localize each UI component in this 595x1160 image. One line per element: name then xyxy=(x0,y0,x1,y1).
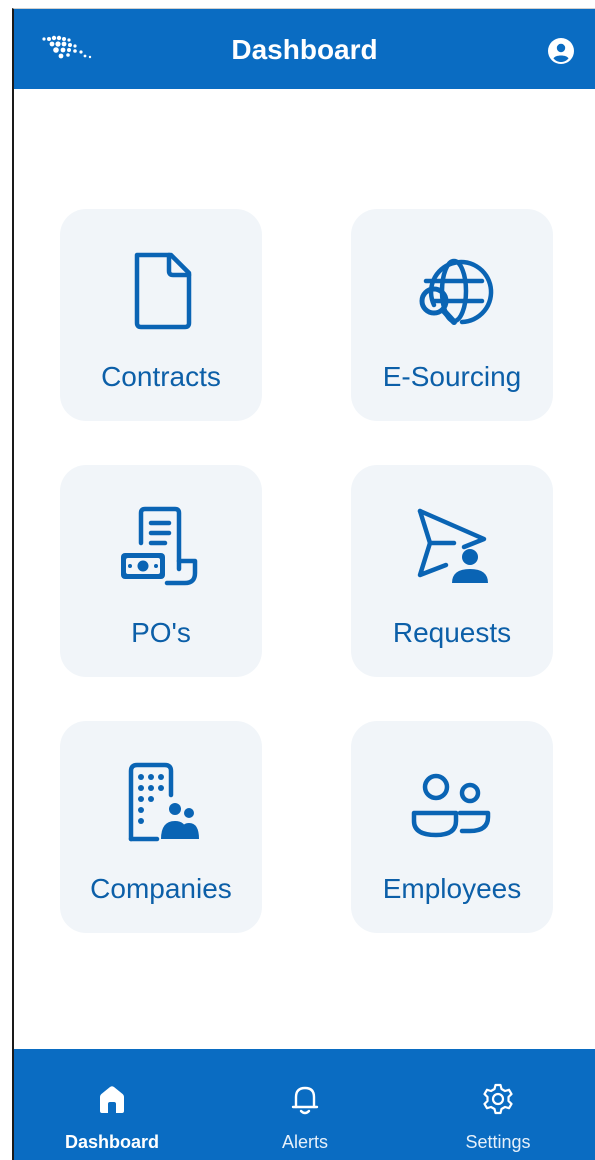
tile-label: Companies xyxy=(90,873,232,904)
app-screen: Dashboard Contracts E-Sourcing PO's Requ… xyxy=(12,8,595,1160)
user-circle-icon xyxy=(548,38,574,64)
tile-label: Employees xyxy=(382,873,522,904)
gear-icon xyxy=(483,1083,513,1115)
tile-companies[interactable]: Companies xyxy=(60,721,262,933)
profile-button[interactable] xyxy=(547,37,575,65)
purchase-order-cash-icon xyxy=(121,506,198,586)
globe-search-icon xyxy=(419,258,494,325)
bell-icon xyxy=(291,1086,319,1115)
tile-label: PO's xyxy=(131,617,191,648)
tile-label: Requests xyxy=(392,617,512,648)
document-icon xyxy=(134,252,192,330)
tile-requests[interactable]: Requests xyxy=(351,465,553,677)
page-title: Dashboard xyxy=(231,34,378,65)
people-icon xyxy=(411,773,491,838)
app-header: Dashboard xyxy=(14,9,595,89)
tab-label: Dashboard xyxy=(64,1132,160,1152)
tile-label: Contracts xyxy=(101,361,221,392)
building-people-icon xyxy=(128,762,199,842)
tab-settings[interactable]: Settings xyxy=(408,1049,588,1160)
tab-dashboard[interactable]: Dashboard xyxy=(22,1049,202,1160)
tile-pos[interactable]: PO's xyxy=(60,465,262,677)
tile-label: E-Sourcing xyxy=(382,361,522,392)
tab-label: Alerts xyxy=(281,1132,328,1152)
tile-e-sourcing[interactable]: E-Sourcing xyxy=(351,209,553,421)
tab-alerts[interactable]: Alerts xyxy=(215,1049,395,1160)
home-icon xyxy=(100,1086,124,1113)
send-person-icon xyxy=(417,508,488,583)
tile-contracts[interactable]: Contracts xyxy=(60,209,262,421)
bottom-tab-bar: Dashboard Alerts Settings xyxy=(14,1049,595,1160)
tile-employees[interactable]: Employees xyxy=(351,721,553,933)
tab-label: Settings xyxy=(465,1132,531,1152)
